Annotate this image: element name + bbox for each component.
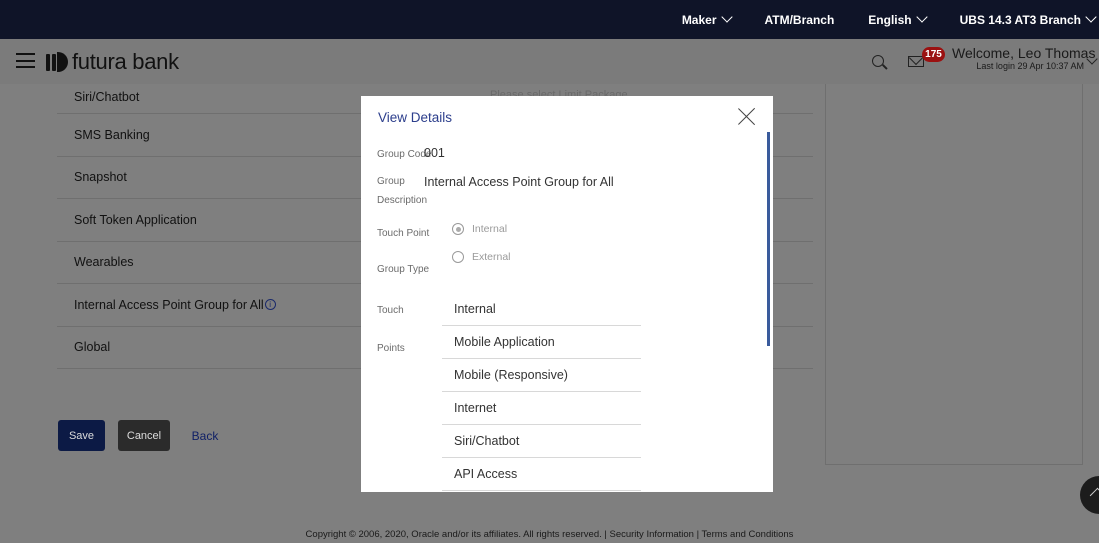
location-link[interactable]: ATM/Branch: [765, 13, 835, 27]
hamburger-menu-icon[interactable]: [16, 53, 35, 68]
view-details-modal: View Details Group Code 001 Group Descri…: [361, 96, 773, 492]
group-type-label: Group Type: [377, 264, 430, 275]
mail-icon[interactable]: [908, 56, 924, 67]
back-link[interactable]: Back: [185, 420, 225, 451]
logo-mark-icon: [46, 51, 68, 73]
footer-text: Copyright © 2006, 2020, Oracle and/or it…: [305, 529, 794, 540]
role-label: Maker: [681, 12, 717, 27]
list-item-label: SMS Banking: [74, 127, 150, 142]
group-description-value: Internal Access Point Group for All: [424, 175, 614, 189]
radio-external-label: External: [472, 251, 511, 263]
group-description-label-line1: Group: [377, 176, 405, 187]
chevron-down-icon: [720, 11, 733, 23]
list-item-label: Global: [74, 340, 111, 354]
list-item: Siri/Chatbot: [442, 425, 641, 458]
branch-label: UBS 14.3 AT3 Branch: [959, 12, 1081, 27]
role-dropdown[interactable]: Maker: [681, 11, 733, 27]
search-icon[interactable]: [872, 55, 884, 67]
list-item-label: Wearables: [74, 255, 134, 269]
list-item: API Access: [442, 458, 641, 491]
cancel-button[interactable]: Cancel: [118, 420, 170, 451]
chevron-down-icon: [1085, 11, 1097, 23]
radio-unselected-icon: [452, 251, 464, 263]
list-item-label: Soft Token Application: [74, 212, 197, 227]
branch-dropdown[interactable]: UBS 14.3 AT3 Branch: [959, 11, 1097, 27]
list-item: Mobile Application: [442, 326, 641, 359]
list-item-label: Snapshot: [74, 170, 127, 184]
group-description-label-line2: Description: [377, 195, 428, 206]
list-item-label: Internal Access Point Group for All: [74, 297, 264, 312]
right-panel: [825, 84, 1083, 465]
list-item-label: Siri/Chatbot: [74, 90, 140, 104]
touch-point-label: Touch Point: [377, 228, 430, 239]
language-dropdown[interactable]: English: [868, 11, 928, 27]
save-button[interactable]: Save: [58, 420, 105, 451]
welcome-text: Welcome, Leo Thomas: [952, 45, 1096, 61]
modal-title: View Details: [378, 110, 453, 125]
list-item: Internet: [442, 392, 641, 425]
location-label: ATM/Branch: [764, 12, 835, 27]
radio-external[interactable]: External: [452, 251, 511, 263]
list-item: Mobile (Responsive): [442, 359, 641, 392]
radio-selected-icon: [452, 223, 464, 235]
last-login-text: Last login 29 Apr 10:37 AM: [976, 61, 1084, 71]
info-icon[interactable]: i: [264, 299, 276, 311]
app-header: futura bank 175 Welcome, Leo Thomas Last…: [0, 39, 1099, 84]
user-menu[interactable]: Welcome, Leo Thomas Last login 29 Apr 10…: [952, 45, 1096, 71]
list-item: Internal: [442, 293, 641, 326]
bank-logo[interactable]: futura bank: [46, 49, 179, 75]
language-label: English: [868, 12, 912, 27]
group-description-label: Group Description: [377, 172, 427, 210]
touch-points-label-line1: Touch: [377, 305, 404, 316]
touch-points-label-line2: Points: [377, 343, 405, 354]
radio-internal[interactable]: Internal: [452, 223, 507, 235]
top-navigation-bar: Maker ATM/Branch English UBS 14.3 AT3 Br…: [0, 0, 1099, 39]
close-icon[interactable]: [738, 107, 756, 125]
notification-badge[interactable]: 175: [922, 47, 945, 62]
group-code-value: 001: [424, 146, 445, 160]
brand-name: futura bank: [72, 49, 179, 74]
chevron-down-icon: [915, 11, 928, 23]
radio-internal-label: Internal: [472, 223, 508, 235]
modal-scrollbar[interactable]: [767, 132, 770, 346]
touch-points-list: Internal Mobile Application Mobile (Resp…: [442, 293, 641, 491]
